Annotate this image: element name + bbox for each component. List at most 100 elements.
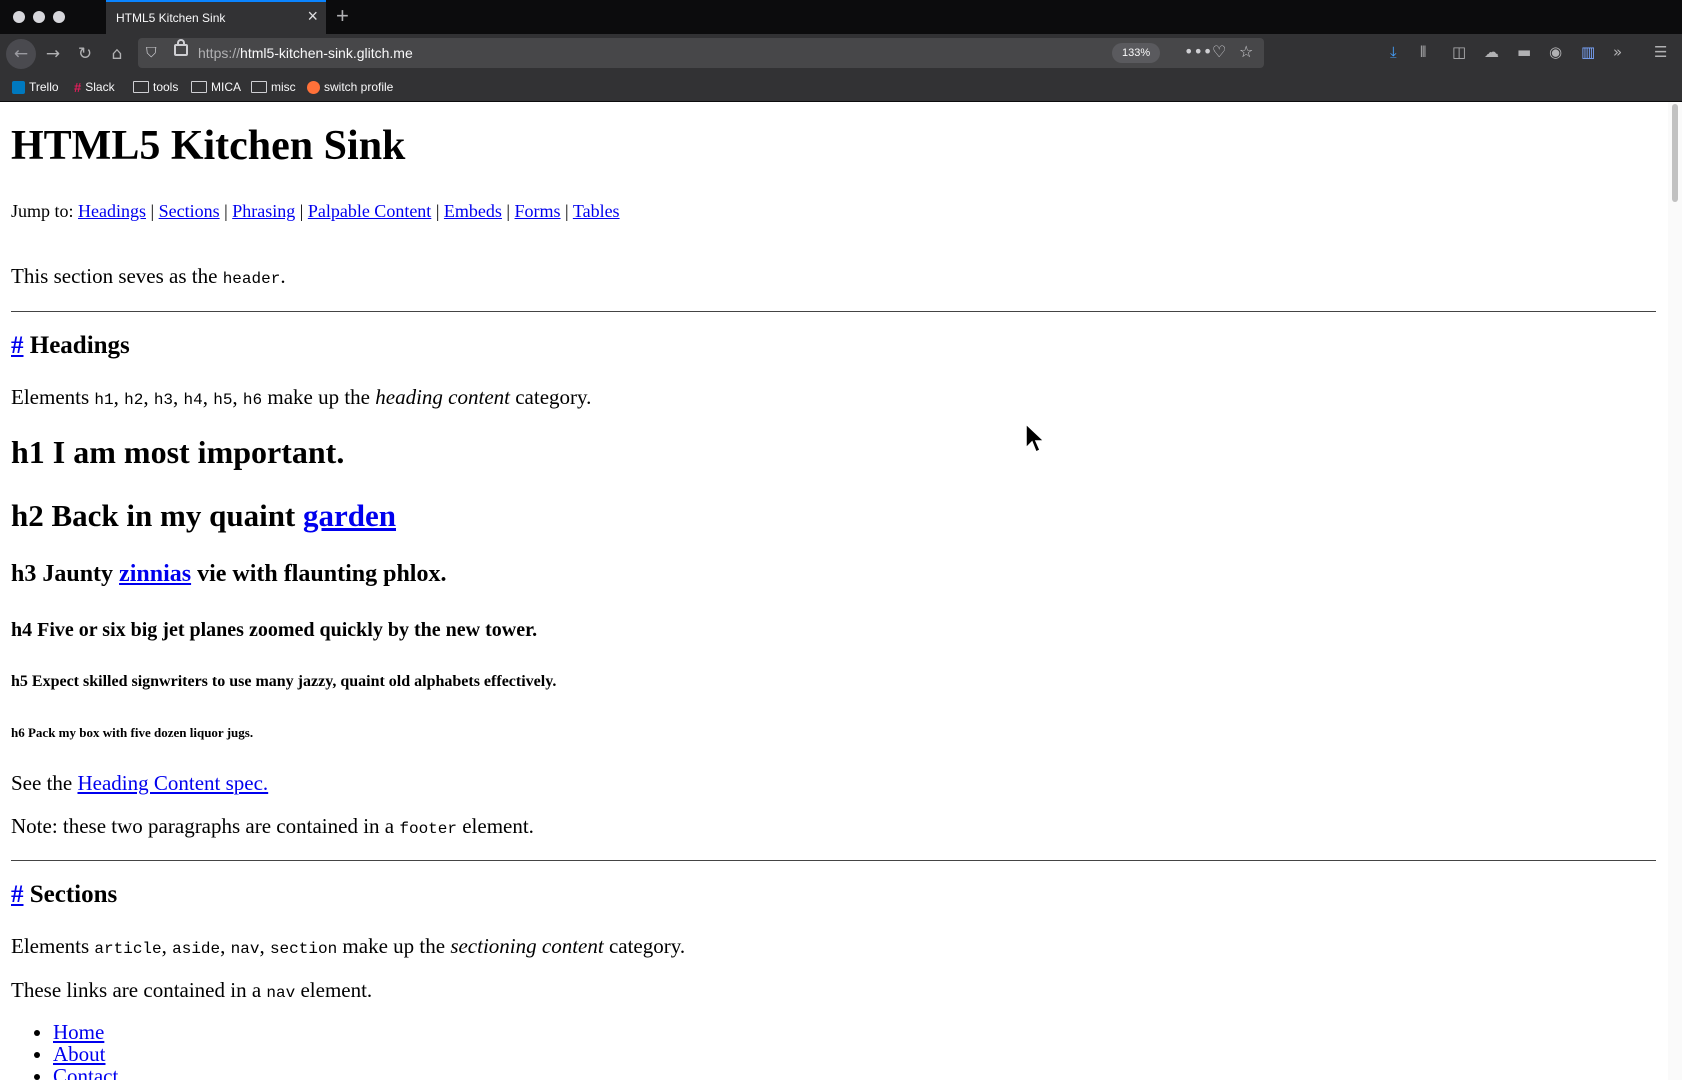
jump-link-embeds[interactable]: Embeds [444, 201, 502, 221]
tab-close-icon[interactable]: × [307, 7, 318, 25]
bookmark-folder-misc[interactable]: misc [251, 79, 296, 95]
sample-h1: h1 I am most important. [11, 434, 345, 470]
sections-intro: Elements article, aside, nav, section ma… [11, 934, 686, 958]
nav-note-text: element. [300, 978, 373, 1002]
url-text[interactable]: https://html5-kitchen-sink.glitch.me [198, 45, 413, 61]
bookmark-slack[interactable]: # Slack [74, 79, 115, 95]
back-button[interactable]: ← [6, 39, 36, 69]
section-heading-sections: # Sections [11, 881, 117, 909]
scrollbar-thumb[interactable] [1672, 104, 1678, 202]
bookmark-label: misc [271, 80, 296, 94]
minimize-window-button[interactable] [33, 11, 45, 23]
tracking-shield-icon[interactable]: ⛉ [146, 44, 157, 61]
intro-text: make up the [267, 385, 371, 409]
nav-note: These links are contained in a nav eleme… [11, 978, 372, 1003]
sections-anchor-link[interactable]: # [11, 881, 24, 908]
sidebar-icon[interactable]: ◫ [1452, 43, 1466, 61]
url-protocol: https:// [198, 45, 241, 61]
list-item: Contact [53, 1065, 118, 1080]
intro-text: Elements [11, 385, 90, 409]
intro-emphasis: sectioning content [450, 934, 604, 958]
jump-link-phrasing[interactable]: Phrasing [232, 201, 295, 221]
separator: | [150, 201, 155, 221]
folder-icon [251, 80, 267, 93]
nav-link-contact[interactable]: Contact [53, 1064, 118, 1080]
code-aside: aside [172, 940, 221, 958]
nav-link-about[interactable]: About [53, 1042, 106, 1066]
sample-h3-text: h3 Jaunty [11, 561, 114, 587]
jump-label: Jump to: [11, 201, 74, 221]
separator: | [565, 201, 569, 221]
header-note-text: This section seves as the [11, 264, 218, 288]
account-icon[interactable]: ◉ [1549, 43, 1562, 61]
navigation-toolbar: ← → ↻ ⌂ ⛉ https://html5-kitchen-sink.gli… [0, 34, 1682, 72]
bookmark-folder-tools[interactable]: tools [133, 79, 178, 95]
code-article: article [94, 940, 162, 958]
zinnias-link[interactable]: zinnias [119, 561, 191, 587]
code-h3: h3 [153, 391, 174, 409]
code-h6: h6 [242, 391, 263, 409]
code-h2: h2 [124, 391, 144, 409]
intro-text: make up the [342, 934, 446, 958]
bookmark-trello[interactable]: Trello [12, 79, 59, 95]
garden-link[interactable]: garden [303, 498, 396, 533]
bookmark-folder-mica[interactable]: MICA [191, 79, 241, 95]
browser-tab[interactable]: HTML5 Kitchen Sink × [106, 0, 326, 34]
overflow-menu-icon[interactable]: » [1613, 43, 1622, 61]
sample-h5: h5 Expect skilled signwriters to use man… [11, 673, 557, 690]
folder-icon [191, 80, 207, 93]
jump-link-forms[interactable]: Forms [515, 201, 561, 221]
library-icon[interactable]: ⫴ [1420, 43, 1426, 61]
bookmark-label: switch profile [324, 80, 394, 94]
home-button[interactable]: ⌂ [105, 42, 129, 66]
forward-button[interactable]: → [41, 42, 65, 66]
mouse-cursor-icon [1025, 422, 1046, 454]
headings-intro: Elements h1, h2, h3, h4, h5, h6 make up … [11, 385, 592, 409]
footer-note-text: Note: these two paragraphs are contained… [11, 814, 395, 838]
sample-h3-text: vie with flaunting phlox. [197, 561, 447, 587]
close-window-button[interactable] [13, 11, 25, 23]
jump-link-tables[interactable]: Tables [573, 201, 620, 221]
new-tab-button[interactable]: + [336, 4, 349, 28]
code-h5: h5 [213, 391, 233, 409]
address-bar[interactable]: ⛉ https://html5-kitchen-sink.glitch.me 1… [138, 38, 1264, 68]
separator: | [299, 201, 304, 221]
hamburger-menu-icon[interactable]: ☰ [1654, 43, 1667, 61]
reload-button[interactable]: ↻ [73, 42, 97, 66]
footer-note-text: element. [462, 814, 534, 838]
zoom-level-badge[interactable]: 133% [1112, 43, 1161, 63]
code-nav: nav [230, 940, 260, 958]
bookmark-label: Trello [29, 80, 59, 94]
bookmark-star-icon[interactable]: ☆ [1239, 42, 1253, 61]
headings-title: Headings [29, 332, 130, 359]
pocket-icon[interactable]: ♡ [1212, 42, 1226, 61]
code-section: section [269, 940, 338, 958]
sections-nav: Home About Contact [0, 1021, 118, 1080]
slack-icon: # [74, 79, 82, 95]
container-extension-icon[interactable]: ▥ [1581, 43, 1595, 61]
extension-icon[interactable]: ▬ [1517, 43, 1531, 61]
firefox-icon [307, 81, 320, 95]
page-actions-icon[interactable]: ••• [1184, 42, 1212, 61]
nav-link-home[interactable]: Home [53, 1020, 104, 1044]
headings-anchor-link[interactable]: # [11, 332, 24, 359]
downloads-icon[interactable]: ⤓ [1390, 43, 1397, 61]
jump-link-headings[interactable]: Headings [78, 201, 146, 221]
folder-icon [133, 80, 149, 93]
sample-h2: h2 Back in my quaint garden [11, 498, 396, 534]
jump-link-palpable-content[interactable]: Palpable Content [308, 201, 431, 221]
page-content: HTML5 Kitchen Sink Jump to: Headings | S… [0, 102, 1668, 1080]
sync-icon[interactable]: ☁ [1484, 43, 1499, 61]
separator: | [506, 201, 511, 221]
header-note: This section seves as the header. [11, 264, 286, 289]
zoom-window-button[interactable] [53, 11, 65, 23]
divider [11, 860, 1656, 861]
heading-content-spec-link[interactable]: Heading Content spec. [77, 771, 268, 795]
lock-icon[interactable] [174, 39, 188, 56]
bookmark-label: MICA [211, 80, 241, 94]
nav-note-code: nav [266, 984, 296, 1002]
bookmarks-toolbar: Trello # Slack tools MICA misc switch pro… [0, 72, 1682, 102]
jump-link-sections[interactable]: Sections [159, 201, 220, 221]
page-scrollbar[interactable] [1668, 102, 1682, 1080]
bookmark-switch-profile[interactable]: switch profile [307, 79, 393, 95]
